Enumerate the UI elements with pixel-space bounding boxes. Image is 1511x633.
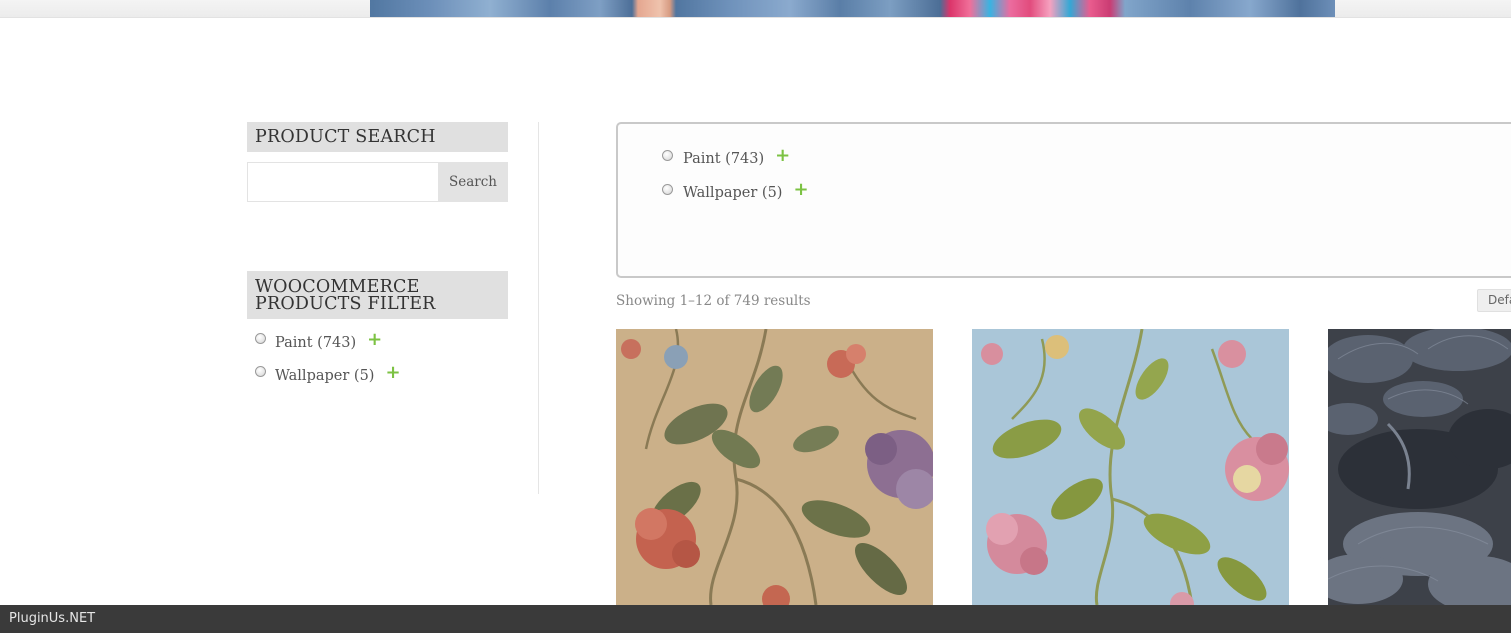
floral-wallpaper-blue-image — [972, 329, 1289, 605]
products-filter-box: Paint (743) + Wallpaper (5) + — [616, 122, 1511, 278]
product-card-2[interactable] — [972, 329, 1289, 605]
main-term-list: Paint (743) + Wallpaper (5) + — [618, 141, 1511, 209]
paint-radio[interactable] — [255, 333, 266, 344]
main-term-paint: Paint (743) + — [618, 141, 1511, 175]
wallpaper-radio[interactable] — [255, 366, 266, 377]
main-paint-expand-plus-icon[interactable]: + — [775, 147, 790, 165]
main-wallpaper-label-text: Wallpaper — [683, 185, 758, 201]
paint-count: (743) — [317, 334, 357, 351]
hero-banner — [0, 0, 1511, 18]
main-wallpaper-radio[interactable] — [662, 183, 673, 195]
main-term-wallpaper: Wallpaper (5) + — [618, 175, 1511, 209]
product-search-title: PRODUCT SEARCH — [247, 122, 508, 152]
sidebar-term-paint: Paint (743) + — [247, 325, 508, 358]
main-wallpaper-expand-plus-icon[interactable]: + — [793, 181, 808, 199]
wallpaper-label[interactable]: Wallpaper (5) — [275, 368, 374, 384]
wallpaper-expand-plus-icon[interactable]: + — [385, 363, 400, 382]
orderby-select[interactable]: Defa — [1477, 289, 1511, 312]
main-paint-label[interactable]: Paint (743) — [683, 151, 764, 167]
main-paint-radio[interactable] — [662, 149, 673, 161]
wallpaper-count: (5) — [353, 367, 375, 384]
search-form: Search — [247, 162, 508, 202]
result-count: Showing 1–12 of 749 results — [616, 293, 811, 309]
products-filter-title: WOOCOMMERCE PRODUCTS FILTER — [247, 271, 508, 319]
hero-photo-image — [370, 0, 1335, 17]
paint-label-text: Paint — [275, 334, 313, 351]
sidebar-divider — [538, 122, 539, 494]
sidebar-term-wallpaper: Wallpaper (5) + — [247, 358, 508, 391]
search-input[interactable] — [247, 162, 439, 202]
products-filter-widget: WOOCOMMERCE PRODUCTS FILTER Paint (743) … — [247, 271, 508, 391]
product-search-widget: PRODUCT SEARCH Search — [247, 122, 508, 202]
wallpaper-label-text: Wallpaper — [275, 367, 350, 384]
paint-label[interactable]: Paint (743) — [275, 335, 356, 351]
sidebar-term-list: Paint (743) + Wallpaper (5) + — [247, 325, 508, 391]
product-card-3[interactable] — [1328, 329, 1511, 605]
floral-wallpaper-beige-image — [616, 329, 933, 605]
sidebar: PRODUCT SEARCH Search WOOCOMMERCE PRODUC… — [247, 122, 508, 384]
search-button[interactable]: Search — [438, 162, 508, 202]
paint-expand-plus-icon[interactable]: + — [367, 330, 382, 349]
product-card-1[interactable] — [616, 329, 933, 605]
products-filter-title-line2: PRODUCTS FILTER — [255, 294, 436, 314]
main-wallpaper-count: (5) — [761, 185, 783, 201]
main-paint-label-text: Paint — [683, 151, 721, 167]
main-paint-count: (743) — [725, 151, 765, 167]
footer-brand-link[interactable]: PluginUs.NET — [9, 611, 95, 626]
main-wallpaper-label[interactable]: Wallpaper (5) — [683, 185, 782, 201]
dark-pine-wallpaper-image — [1328, 329, 1511, 605]
footer-bar: PluginUs.NET — [0, 605, 1511, 633]
